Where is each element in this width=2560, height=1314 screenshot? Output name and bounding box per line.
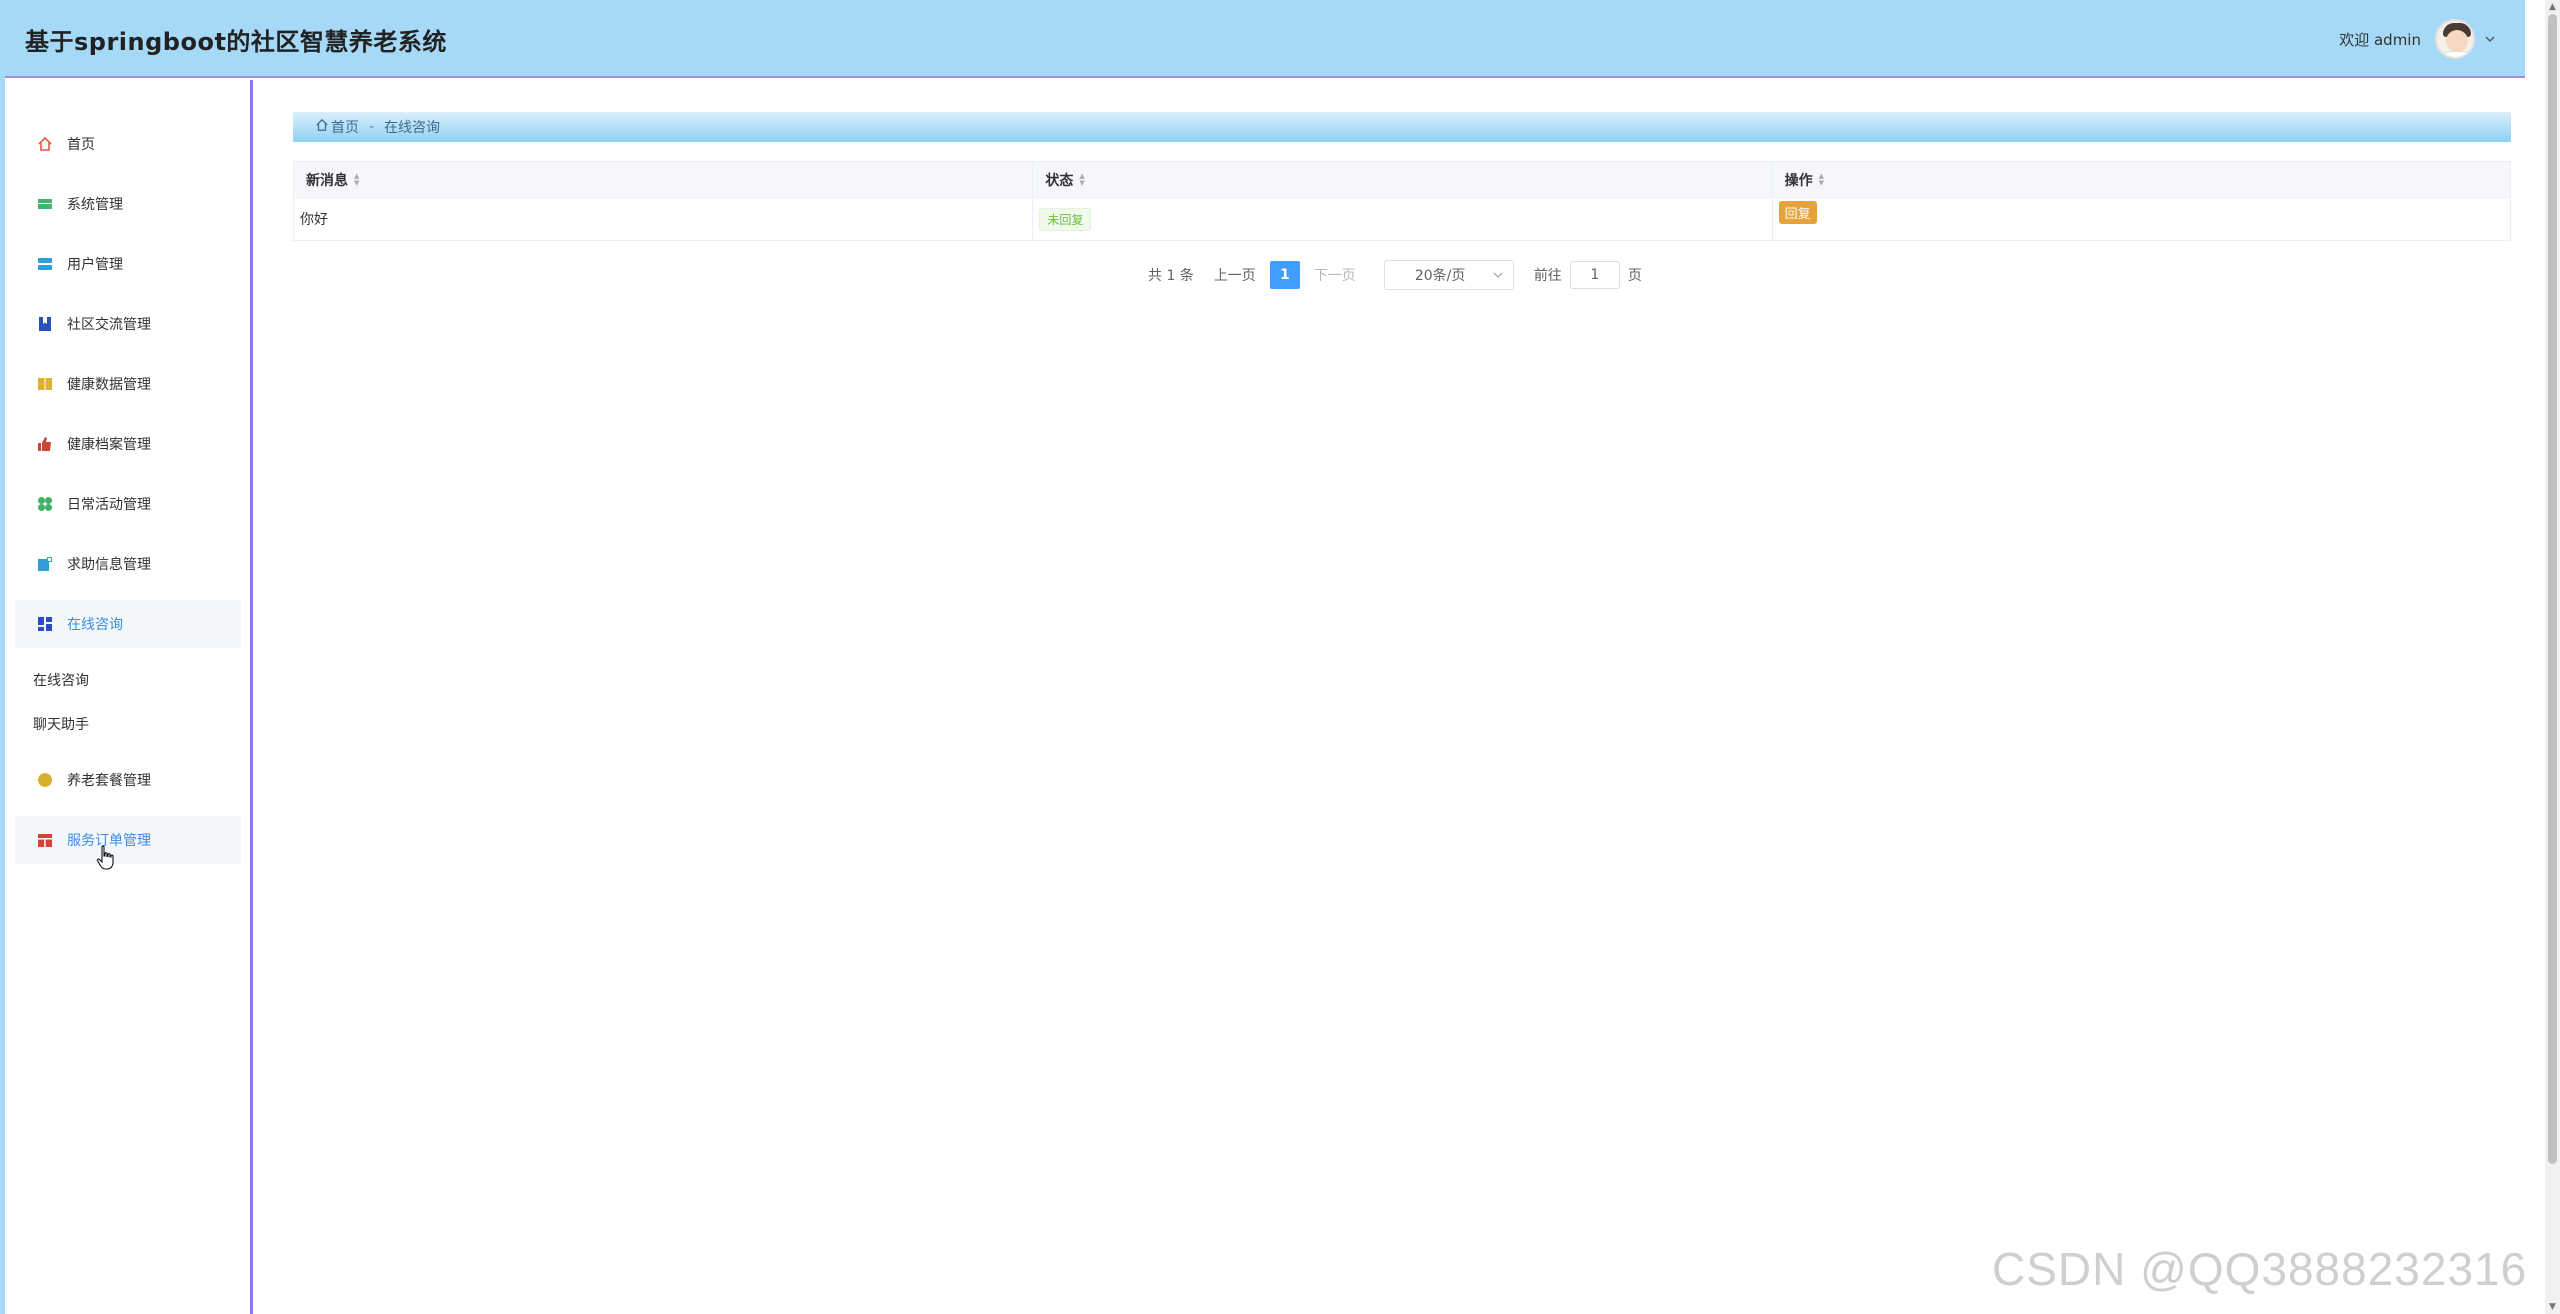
sidebar-item-label: 在线咨询 (67, 617, 123, 633)
sidebar-item-service-orders[interactable]: 服务订单管理 (15, 816, 241, 864)
table-header-row: 新消息 ▲ ▼ 状态 ▲ ▼ 操作 ▲ ▼ (294, 162, 2510, 198)
sidebar-item-label: 求助信息管理 (67, 557, 151, 573)
welcome-text: 欢迎 admin (2339, 30, 2421, 49)
sidebar-item-label: 养老套餐管理 (67, 773, 151, 789)
breadcrumb-home-label: 首页 (331, 120, 359, 136)
chevron-down-icon (1493, 267, 1503, 283)
user-icon (37, 256, 53, 272)
sidebar-item-users[interactable]: 用户管理 (15, 240, 241, 288)
pagination-total: 共 1 条 (1148, 268, 1194, 284)
sidebar-item-health-data[interactable]: 健康数据管理 (15, 360, 241, 408)
sort-icon[interactable]: ▲ ▼ (1079, 172, 1084, 187)
cell-status: 未回复 (1033, 198, 1773, 240)
reply-button[interactable]: 回复 (1778, 200, 1817, 224)
sidebar-subitem-chat-assistant[interactable]: 聊天助手 (33, 714, 89, 734)
cell-message: 你好 (294, 198, 1034, 240)
column-header-status[interactable]: 状态 ▲ ▼ (1033, 162, 1773, 197)
avatar-body (2441, 51, 2473, 57)
clover-icon (37, 496, 53, 512)
page-jumper: 前往 页 (1534, 261, 1642, 289)
scroll-up-icon[interactable]: ▲ (2545, 0, 2560, 14)
status-badge: 未回复 (1039, 207, 1092, 231)
scrollbar-thumb[interactable] (2548, 14, 2557, 1164)
sort-icon[interactable]: ▲ ▼ (354, 172, 359, 187)
hand-cursor-icon (96, 845, 116, 871)
sidebar: 首页 系统管理 用户管理 社区交流管理 健康数据管理 健康档案管理 日常活动管理… (5, 80, 253, 1314)
vertical-scrollbar[interactable]: ▲ ▼ (2545, 0, 2560, 1314)
next-page-button[interactable]: 下一页 (1308, 261, 1362, 289)
sidebar-item-home[interactable]: 首页 (15, 120, 241, 168)
sidebar-item-activities[interactable]: 日常活动管理 (15, 480, 241, 528)
user-menu[interactable]: 欢迎 admin (2339, 18, 2497, 60)
sidebar-subitem-online-consult[interactable]: 在线咨询 (33, 670, 89, 690)
goto-page-input[interactable] (1569, 261, 1620, 289)
pagination: 共 1 条 上一页 1 下一页 20条/页 前往 页 (1148, 260, 1642, 290)
page-number-button[interactable]: 1 (1269, 261, 1300, 289)
sidebar-item-label: 健康档案管理 (67, 437, 151, 453)
column-header-label: 操作 (1784, 172, 1813, 189)
goto-label: 前往 (1533, 268, 1562, 284)
user-avatar[interactable] (2435, 19, 2475, 59)
column-header-label: 状态 (1045, 172, 1074, 189)
scroll-down-icon[interactable]: ▼ (2545, 1300, 2560, 1314)
watermark: CSDN @QQ3888232316 (1992, 1243, 2528, 1295)
calendar-icon (37, 832, 53, 848)
column-header-action[interactable]: 操作 ▲ ▼ (1772, 162, 2510, 197)
goto-suffix: 页 (1627, 268, 1642, 284)
sidebar-item-online-consult[interactable]: 在线咨询 (15, 600, 241, 648)
thumbs-up-icon (37, 436, 53, 452)
sidebar-item-help-requests[interactable]: 求助信息管理 (15, 540, 241, 588)
sidebar-item-label: 首页 (67, 137, 95, 153)
cell-action: 回复 (1773, 198, 2510, 240)
home-icon (315, 118, 329, 136)
page-size-select[interactable]: 20条/页 (1383, 260, 1514, 290)
sidebar-item-label: 健康数据管理 (67, 377, 151, 393)
sidebar-item-label: 日常活动管理 (67, 497, 151, 513)
sidebar-item-label: 用户管理 (67, 257, 123, 273)
sidebar-item-system[interactable]: 系统管理 (15, 180, 241, 228)
bookmark-icon (37, 316, 53, 332)
sidebar-item-community[interactable]: 社区交流管理 (15, 300, 241, 348)
column-header-message[interactable]: 新消息 ▲ ▼ (294, 162, 1034, 197)
circle-icon (37, 772, 53, 788)
sort-icon[interactable]: ▲ ▼ (1819, 172, 1824, 187)
breadcrumb-current: 在线咨询 (384, 120, 441, 136)
table-row: 你好 未回复 回复 (294, 198, 2510, 241)
app-window: 基于springboot的社区智慧养老系统 欢迎 admin 首页 系统管理 用… (0, 0, 2560, 1314)
dashboard-icon (37, 616, 53, 632)
app-title: 基于springboot的社区智慧养老系统 (25, 28, 447, 56)
sidebar-item-label: 社区交流管理 (67, 317, 151, 333)
page-size-value: 20条/页 (1414, 268, 1466, 284)
consult-table: 新消息 ▲ ▼ 状态 ▲ ▼ 操作 ▲ ▼ 你好 未回复 回复 (293, 161, 2511, 241)
sidebar-item-care-packages[interactable]: 养老套餐管理 (15, 756, 241, 804)
prev-page-button[interactable]: 上一页 (1208, 261, 1262, 289)
book-icon (37, 376, 53, 392)
chevron-down-icon[interactable] (2483, 32, 2497, 46)
avatar-face (2446, 30, 2468, 52)
sidebar-item-label: 系统管理 (67, 197, 123, 213)
top-header: 基于springboot的社区智慧养老系统 欢迎 admin (5, 0, 2525, 78)
message-icon (37, 556, 53, 572)
breadcrumb-separator: - (369, 119, 375, 135)
system-icon (37, 196, 53, 212)
column-header-label: 新消息 (306, 172, 348, 189)
breadcrumb: 首页 - 在线咨询 (293, 112, 2511, 142)
home-icon (37, 136, 53, 152)
breadcrumb-home[interactable]: 首页 (315, 117, 359, 137)
sidebar-item-health-records[interactable]: 健康档案管理 (15, 420, 241, 468)
